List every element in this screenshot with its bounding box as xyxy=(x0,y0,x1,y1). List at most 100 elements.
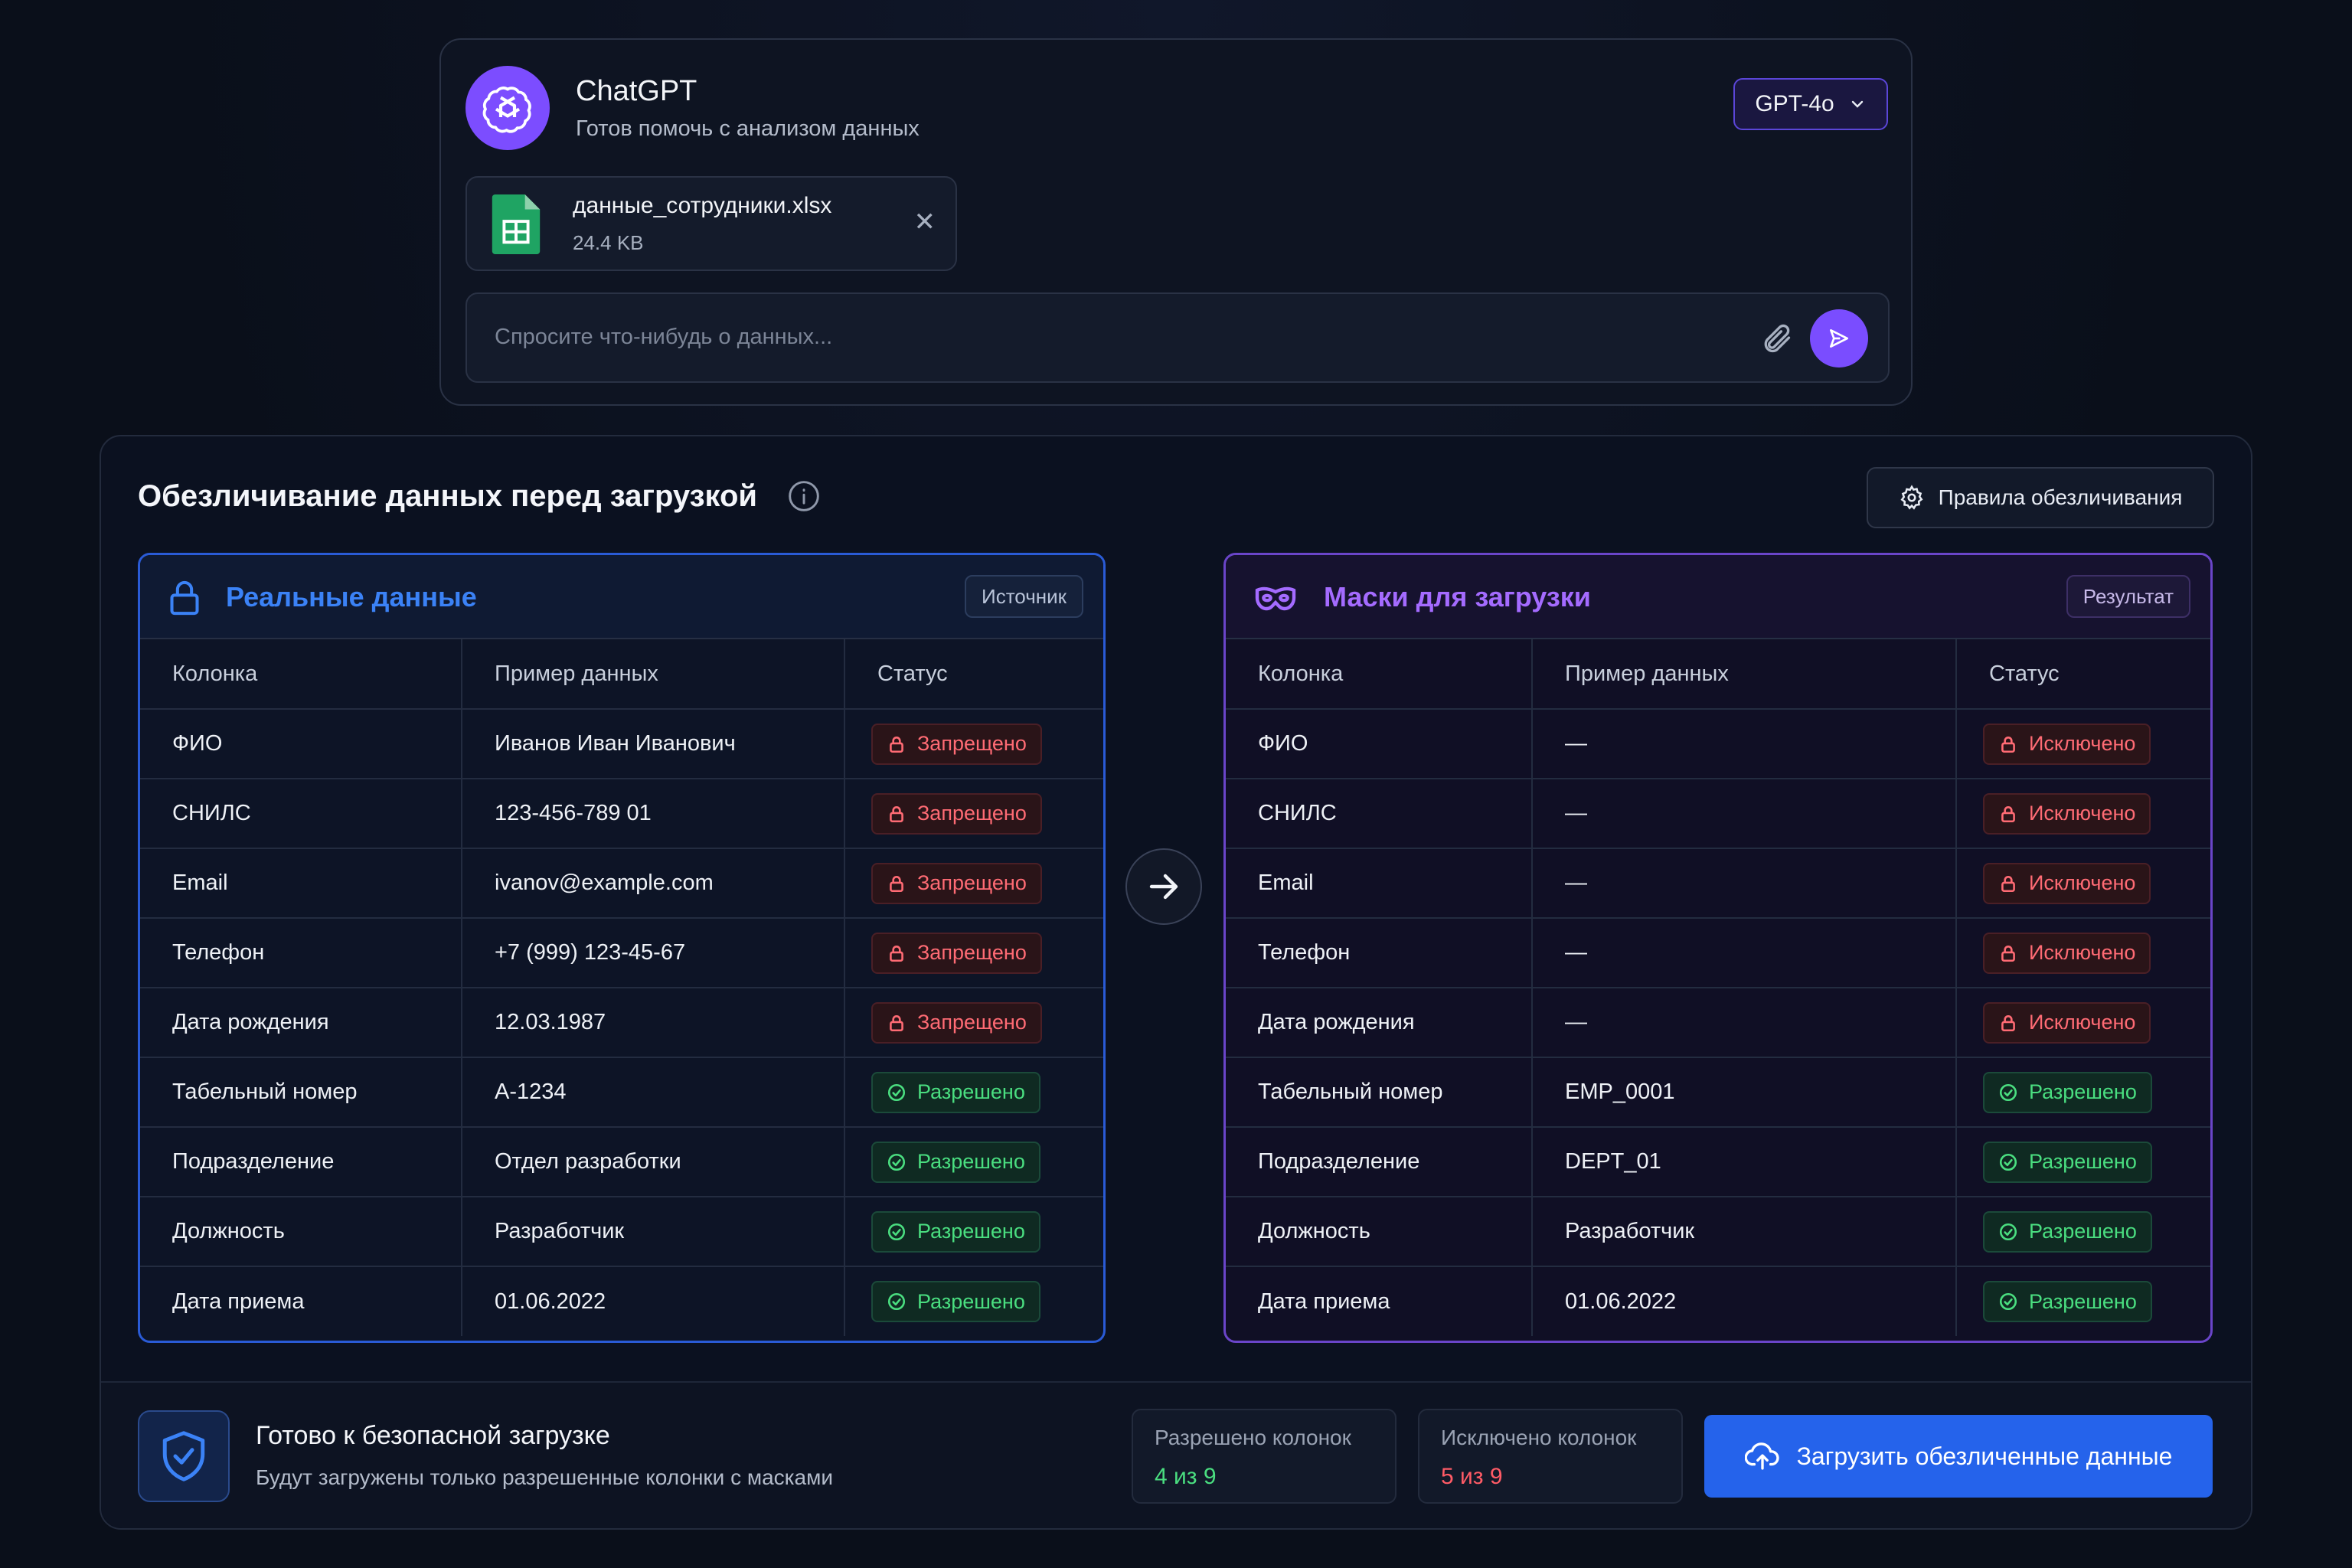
lock-icon xyxy=(890,945,903,962)
masked-data-table: Маски для загрузки Результат Колонка При… xyxy=(1223,553,2213,1343)
lock-icon xyxy=(890,736,903,753)
status-badge: Разрешено xyxy=(1983,1281,2152,1322)
upload-footer: Готово к безопасной загрузке Будут загру… xyxy=(101,1381,2251,1528)
column-name-cell: Табельный номер xyxy=(1226,1057,1533,1128)
status-cell: Разрешено xyxy=(1956,1127,2210,1197)
sample-data-cell: DEPT_01 xyxy=(1532,1127,1957,1197)
mask-icon xyxy=(1255,586,1296,611)
status-badge: Исключено xyxy=(1983,932,2151,974)
lock-icon xyxy=(2001,805,2015,822)
status-badge: Запрещено xyxy=(871,792,1042,835)
status-label: Исключено xyxy=(2029,802,2136,825)
spreadsheet-icon xyxy=(492,194,541,254)
sample-data-cell: +7 (999) 123-45-67 xyxy=(462,918,845,988)
table-row: Дата приема 01.06.2022 Разрешено xyxy=(1226,1266,2210,1336)
masked-data-header: Маски для загрузки Результат xyxy=(1226,555,2210,639)
status-badge: Разрешено xyxy=(871,1071,1040,1113)
sample-data-cell: A-1234 xyxy=(462,1057,845,1128)
column-name-cell: Подразделение xyxy=(1226,1127,1533,1197)
table-row: ФИО Иванов Иван Иванович Запрещено xyxy=(140,709,1103,779)
table-row: Подразделение Отдел разработки Разрешено xyxy=(140,1127,1103,1197)
table-row: Табельный номер EMP_0001 Разрешено xyxy=(1226,1057,2210,1128)
status-cell: Разрешено xyxy=(844,1127,1103,1197)
shield-check-icon xyxy=(138,1410,230,1502)
model-selector[interactable]: GPT-4o xyxy=(1733,78,1888,130)
sample-data-cell: — xyxy=(1532,918,1957,988)
panel-title: Обезличивание данных перед загрузкой xyxy=(138,479,758,513)
lock-icon xyxy=(2001,875,2015,892)
status-label: Разрешено xyxy=(917,1220,1025,1243)
check-circle-icon xyxy=(887,1223,906,1240)
table-row: Email ivanov@example.com Запрещено xyxy=(140,848,1103,919)
check-circle-icon xyxy=(887,1083,906,1101)
chat-input-placeholder: Спросите что-нибудь о данных... xyxy=(495,325,833,349)
excluded-columns-stat: Исключено колонок 5 из 9 xyxy=(1418,1409,1683,1504)
column-header: Пример данных xyxy=(462,639,845,710)
column-name-cell: Дата рождения xyxy=(140,988,462,1058)
status-cell: Запрещено xyxy=(844,779,1103,849)
status-label: Разрешено xyxy=(2029,1289,2137,1313)
status-badge: Исключено xyxy=(1983,862,2151,904)
status-badge: Запрещено xyxy=(871,723,1042,765)
table-row: Дата рождения 12.03.1987 Запрещено xyxy=(140,988,1103,1058)
source-tag: Источник xyxy=(965,575,1083,618)
table-row: Должность Разработчик Разрешено xyxy=(140,1197,1103,1267)
column-name-cell: Телефон xyxy=(1226,918,1533,988)
column-header: Статус xyxy=(844,639,1103,710)
upload-button[interactable]: Загрузить обезличенные данные xyxy=(1704,1415,2213,1498)
sample-data-cell: EMP_0001 xyxy=(1532,1057,1957,1128)
info-icon[interactable] xyxy=(787,479,821,513)
column-name-cell: Дата приема xyxy=(1226,1266,1533,1336)
ready-title: Готово к безопасной загрузке xyxy=(256,1421,610,1450)
status-label: Разрешено xyxy=(2029,1220,2137,1243)
sample-data-cell: — xyxy=(1532,709,1957,779)
status-cell: Запрещено xyxy=(844,918,1103,988)
table-row: Табельный номер A-1234 Разрешено xyxy=(140,1057,1103,1128)
real-data-title: Реальные данные xyxy=(226,581,477,612)
table-row: Дата рождения — Исключено xyxy=(1226,988,2210,1058)
chat-input[interactable]: Спросите что-нибудь о данных... xyxy=(466,292,1890,383)
column-name-cell: СНИЛС xyxy=(1226,779,1533,849)
chat-title: ChatGPT xyxy=(576,75,697,107)
close-icon[interactable]: ✕ xyxy=(914,207,936,237)
paperclip-icon[interactable] xyxy=(1759,322,1793,355)
status-cell: Исключено xyxy=(1956,918,2210,988)
gear-icon xyxy=(1900,485,1923,510)
chevron-down-icon xyxy=(1851,100,1863,108)
allowed-columns-label: Разрешено колонок xyxy=(1155,1426,1351,1449)
lock-icon xyxy=(2001,736,2015,753)
real-data-header: Реальные данные Источник xyxy=(140,555,1103,639)
attached-file-chip[interactable]: данные_сотрудники.xlsx 24.4 KB ✕ xyxy=(466,176,957,271)
table-row: ФИО — Исключено xyxy=(1226,709,2210,779)
column-name-cell: Дата приема xyxy=(140,1266,462,1336)
sample-data-cell: Иванов Иван Иванович xyxy=(462,709,845,779)
status-badge: Разрешено xyxy=(1983,1210,2152,1253)
status-label: Разрешено xyxy=(2029,1080,2137,1103)
status-badge: Разрешено xyxy=(1983,1071,2152,1113)
status-cell: Запрещено xyxy=(844,848,1103,919)
send-button[interactable] xyxy=(1810,309,1868,368)
column-name-cell: ФИО xyxy=(140,709,462,779)
status-cell: Исключено xyxy=(1956,779,2210,849)
file-size: 24.4 KB xyxy=(573,231,644,254)
sample-data-cell: Разработчик xyxy=(1532,1197,1957,1267)
table-row: Телефон — Исключено xyxy=(1226,918,2210,988)
status-badge: Запрещено xyxy=(871,1001,1042,1044)
status-cell: Разрешено xyxy=(844,1197,1103,1267)
sample-data-cell: Отдел разработки xyxy=(462,1127,845,1197)
arrow-right-icon xyxy=(1125,848,1202,925)
status-badge: Разрешено xyxy=(871,1210,1040,1253)
status-cell: Исключено xyxy=(1956,709,2210,779)
status-label: Запрещено xyxy=(917,802,1027,825)
check-circle-icon xyxy=(1999,1153,2017,1171)
status-label: Исключено xyxy=(2029,871,2136,894)
rules-button[interactable]: Правила обезличивания xyxy=(1867,467,2214,528)
status-label: Разрешено xyxy=(917,1080,1025,1103)
status-badge: Разрешено xyxy=(1983,1141,2152,1183)
sample-data-cell: — xyxy=(1532,988,1957,1058)
masked-data-grid: Колонка Пример данных Статус ФИО — Исключе… xyxy=(1226,639,2210,1336)
sample-data-cell: 01.06.2022 xyxy=(462,1266,845,1336)
table-row: Email — Исключено xyxy=(1226,848,2210,919)
column-name-cell: Должность xyxy=(1226,1197,1533,1267)
lock-icon xyxy=(890,1014,903,1031)
